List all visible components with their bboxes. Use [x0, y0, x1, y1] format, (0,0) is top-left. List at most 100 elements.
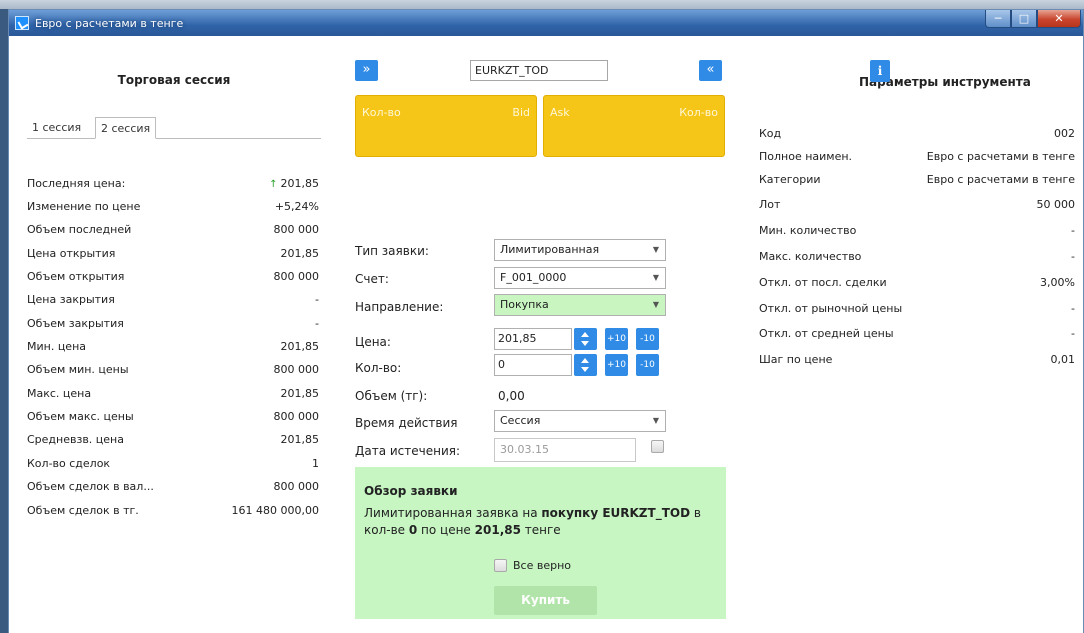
volume-value: 0,00	[498, 389, 525, 403]
qty-plus-10-button[interactable]: +10	[605, 354, 628, 376]
instrument-param-value: Евро с расчетами в тенге	[926, 173, 1075, 186]
duration-select[interactable]: Сессия ▼	[494, 410, 666, 432]
price-spinner[interactable]	[574, 328, 597, 350]
expiry-checkbox[interactable]	[651, 440, 664, 453]
expand-left-button[interactable]: »	[355, 60, 378, 81]
session-stat-label: Объем мин. цены	[27, 363, 129, 376]
session-stat-value: 201,85	[280, 247, 320, 260]
session-stat-label: Средневзв. цена	[27, 433, 124, 446]
instrument-param-label: Код	[759, 127, 782, 140]
trading-session-title: Торговая сессия	[117, 73, 231, 87]
session-stat-label: Изменение по цене	[27, 200, 141, 213]
instrument-param-label: Откл. от посл. сделки	[759, 276, 887, 289]
qty-minus-10-button[interactable]: -10	[636, 354, 659, 376]
price-label: Цена:	[355, 335, 391, 349]
instrument-param-label: Макс. количество	[759, 250, 862, 263]
chevron-down-icon: ▼	[652, 245, 659, 254]
chevron-down-icon: ▼	[652, 300, 659, 309]
instrument-param-value: Евро с расчетами в тенге	[926, 150, 1075, 163]
account-select[interactable]: F_001_0000 ▼	[494, 267, 666, 289]
confirm-checkbox[interactable]	[494, 559, 507, 572]
buy-button[interactable]: Купить	[494, 586, 597, 615]
close-button[interactable]: ✕	[1037, 10, 1081, 28]
instrument-param-value: 50 000	[1036, 198, 1076, 211]
ask-box[interactable]: Ask Кол-во	[543, 95, 725, 157]
instrument-param-value: 002	[1054, 127, 1075, 140]
session-stat-value: +5,24%	[274, 200, 319, 213]
bid-label: Bid	[512, 106, 530, 119]
review-direction-ticker: покупку EURKZT_TOD	[541, 506, 691, 520]
session-stat-value: 201,85	[280, 340, 320, 353]
session-stat-label: Объем макс. цены	[27, 410, 134, 423]
minimize-button[interactable]: ─	[985, 10, 1011, 28]
session-stat-label: Объем закрытия	[27, 317, 124, 330]
order-type-label: Тип заявки:	[355, 244, 429, 258]
direction-select[interactable]: Покупка ▼	[494, 294, 666, 316]
review-text-part: по цене	[417, 523, 475, 537]
session-stat-label: Мин. цена	[27, 340, 87, 353]
price-input[interactable]: 201,85	[494, 328, 572, 350]
session-stat-value: 161 480 000,00	[231, 504, 319, 517]
chevron-down-icon: ▼	[652, 416, 659, 425]
tab-session-2[interactable]: 2 сессия	[95, 117, 157, 139]
session-stat-value: 800 000	[273, 480, 320, 493]
volume-label: Объем (тг):	[355, 389, 428, 403]
instrument-param-value: -	[1071, 327, 1075, 340]
qty-input[interactable]: 0	[494, 354, 572, 376]
expand-right-button[interactable]: «	[699, 60, 722, 81]
session-stat-label: Кол-во сделок	[27, 457, 111, 470]
session-tabs: 1 сессия 2 сессия	[27, 117, 321, 139]
order-type-select[interactable]: Лимитированная ▼	[494, 239, 666, 261]
last-price-value: 201,85	[280, 177, 320, 190]
session-stat-label: Цена открытия	[27, 247, 116, 260]
qty-spinner[interactable]	[574, 354, 597, 376]
info-button[interactable]: i	[870, 60, 890, 82]
window-content: Торговая сессия 1 сессия 2 сессия Послед…	[9, 36, 1083, 633]
review-text-part: тенге	[520, 523, 561, 537]
price-plus-10-button[interactable]: +10	[605, 328, 628, 350]
session-stat-value: 800 000	[273, 410, 320, 423]
session-stat-value: 1	[312, 457, 319, 470]
session-stat-value: -	[315, 293, 319, 306]
order-window: Евро с расчетами в тенге ─ □ ✕ Торговая …	[8, 9, 1084, 633]
maximize-button[interactable]: □	[1011, 10, 1037, 28]
price-minus-10-button[interactable]: -10	[636, 328, 659, 350]
ticker-input[interactable]: EURKZT_TOD	[470, 60, 608, 81]
confirm-label[interactable]: Все верно	[513, 559, 571, 572]
instrument-param-value: -	[1071, 302, 1075, 315]
instrument-param-label: Откл. от рыночной цены	[759, 302, 903, 315]
title-bar[interactable]: Евро с расчетами в тенге ─ □ ✕	[9, 10, 1083, 36]
order-review-box: Обзор заявки Лимитированная заявка на по…	[355, 467, 726, 619]
order-type-value: Лимитированная	[500, 243, 600, 256]
expiry-label: Дата истечения:	[355, 444, 461, 458]
session-stat-value: 201,85	[280, 433, 320, 446]
double-chevron-left-icon: «	[706, 62, 715, 77]
session-stat-label: Объем последней	[27, 223, 132, 236]
desktop-strip	[0, 0, 1084, 9]
instrument-param-label: Мин. количество	[759, 224, 857, 237]
session-stat-label: Объем сделок в вал...	[27, 480, 154, 493]
session-stat-value: 201,85	[280, 387, 320, 400]
session-stat-value: 800 000	[273, 223, 320, 236]
ask-label: Ask	[550, 106, 570, 119]
instrument-param-value: -	[1071, 250, 1075, 263]
instrument-param-label: Лот	[759, 198, 781, 211]
instrument-param-label: Полное наимен.	[759, 150, 853, 163]
account-value: F_001_0000	[500, 271, 567, 284]
review-text-part: Лимитированная заявка на	[364, 506, 542, 520]
session-stat-value: -	[315, 317, 319, 330]
bid-qty-label: Кол-во	[362, 106, 401, 119]
session-stat-label: Последняя цена:	[27, 177, 126, 190]
review-quantity: 0	[408, 523, 418, 537]
bid-box[interactable]: Кол-во Bid	[355, 95, 537, 157]
instrument-param-value: -	[1071, 224, 1075, 237]
chart-app-icon	[15, 16, 29, 30]
order-entry-panel: » EURKZT_TOD « Кол-во Bid Ask Кол-во Тип…	[355, 36, 727, 633]
session-stat-label: Макс. цена	[27, 387, 92, 400]
account-label: Счет:	[355, 272, 389, 286]
chevron-down-icon: ▼	[652, 273, 659, 282]
tab-session-1[interactable]: 1 сессия	[27, 117, 86, 139]
double-chevron-right-icon: »	[362, 62, 371, 77]
instrument-param-label: Шаг по цене	[759, 353, 833, 366]
expiry-date-input[interactable]: 30.03.15	[494, 438, 636, 462]
